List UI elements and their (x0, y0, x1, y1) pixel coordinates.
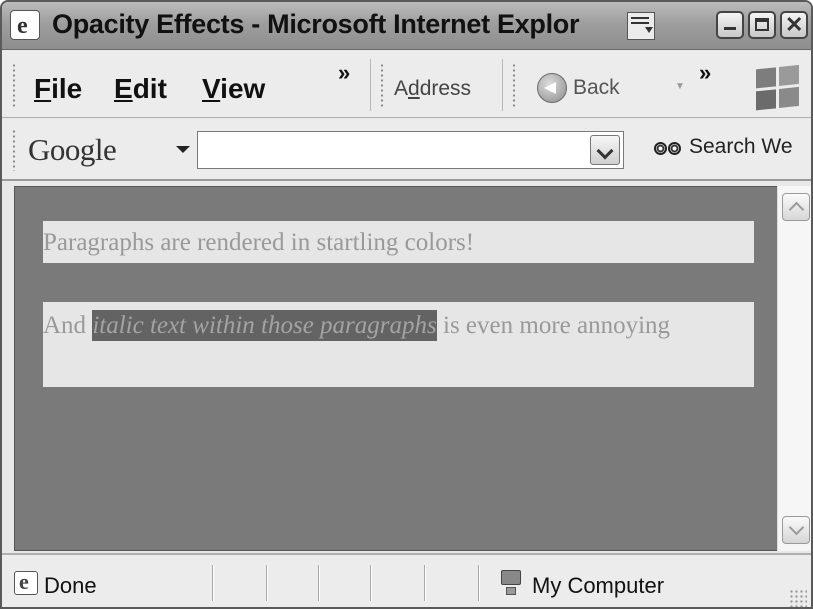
computer-icon (500, 570, 522, 598)
paragraph-2-start: And (43, 312, 93, 339)
status-separator (266, 565, 268, 601)
google-search-input[interactable] (197, 131, 624, 169)
window-list-icon[interactable] (627, 12, 655, 40)
close-icon: ✕ (785, 12, 804, 37)
resize-grip[interactable] (789, 589, 807, 607)
minimize-icon (724, 27, 736, 30)
browser-window: e Opacity Effects - Microsoft Internet E… (0, 0, 813, 609)
paragraph-2: And italic text within those paragraphs … (43, 302, 754, 387)
maximize-icon (755, 18, 769, 31)
vertical-scrollbar[interactable] (777, 186, 811, 551)
menu-view-label: iew (220, 73, 266, 104)
toolbar-separator (502, 59, 503, 111)
toolbar-separator (370, 59, 371, 111)
nav-grip[interactable] (512, 63, 516, 109)
binoculars-icon (654, 133, 684, 163)
window-title: Opacity Effects - Microsoft Internet Exp… (52, 9, 580, 39)
back-arrow-icon (537, 73, 567, 103)
address-label[interactable]: Address (394, 77, 471, 101)
status-text: Done (44, 573, 97, 598)
menu-view-accel: V (202, 73, 221, 104)
maximize-button[interactable] (748, 11, 776, 39)
status-page-icon (14, 569, 38, 595)
svg-text:e: e (17, 13, 28, 39)
back-label: Back (573, 76, 620, 99)
menu-file[interactable]: File (34, 73, 82, 105)
menu-toolbar: File Edit View » Address Back ▼ » (2, 51, 811, 118)
paragraph-1: Paragraphs are rendered in startling col… (43, 221, 754, 263)
security-zone-label: My Computer (532, 573, 665, 598)
status-separator (318, 565, 320, 601)
close-button[interactable]: ✕ (780, 11, 808, 39)
ie-page-icon[interactable]: e (10, 10, 40, 40)
address-grip[interactable] (380, 63, 384, 109)
menu-view[interactable]: View (202, 73, 265, 105)
title-bar[interactable]: e Opacity Effects - Microsoft Internet E… (2, 2, 811, 50)
google-menu-caret-icon[interactable] (176, 146, 190, 153)
status-separator (212, 565, 214, 601)
address-label-suffix: dress (419, 77, 472, 100)
status-bar: Done My Computer (2, 553, 811, 607)
address-label-accel: d (408, 77, 420, 100)
google-toolbar: Google Search We (2, 119, 811, 181)
status-separator (478, 565, 480, 601)
scroll-down-icon[interactable] (782, 516, 810, 544)
menu-edit-accel: E (114, 73, 133, 104)
back-button[interactable]: Back (537, 71, 641, 107)
italic-text: italic text within those paragraphs (92, 310, 437, 341)
page-content[interactable]: Paragraphs are rendered in startling col… (14, 186, 777, 551)
menu-file-accel: F (34, 73, 52, 104)
menu-file-label: ile (51, 73, 83, 104)
address-label-prefix: A (394, 77, 409, 100)
status-separator (424, 565, 426, 601)
status-separator (370, 565, 372, 601)
menu-edit[interactable]: Edit (114, 73, 167, 105)
nav-overflow-chevron[interactable]: » (699, 62, 711, 84)
search-web-label: Search We (689, 135, 793, 158)
paragraph-2-end: is even more annoying (436, 312, 671, 339)
toolbar-grip[interactable] (12, 63, 16, 109)
google-logo[interactable]: Google (28, 132, 117, 168)
back-dropdown-icon[interactable]: ▼ (675, 81, 685, 92)
scroll-up-icon[interactable] (782, 193, 810, 221)
dropdown-icon[interactable] (590, 135, 620, 165)
windows-logo-icon (756, 64, 802, 114)
google-toolbar-grip[interactable] (12, 129, 16, 171)
minimize-button[interactable] (716, 11, 744, 39)
menu-edit-label: dit (132, 73, 167, 104)
menu-overflow-chevron[interactable]: » (338, 62, 350, 84)
